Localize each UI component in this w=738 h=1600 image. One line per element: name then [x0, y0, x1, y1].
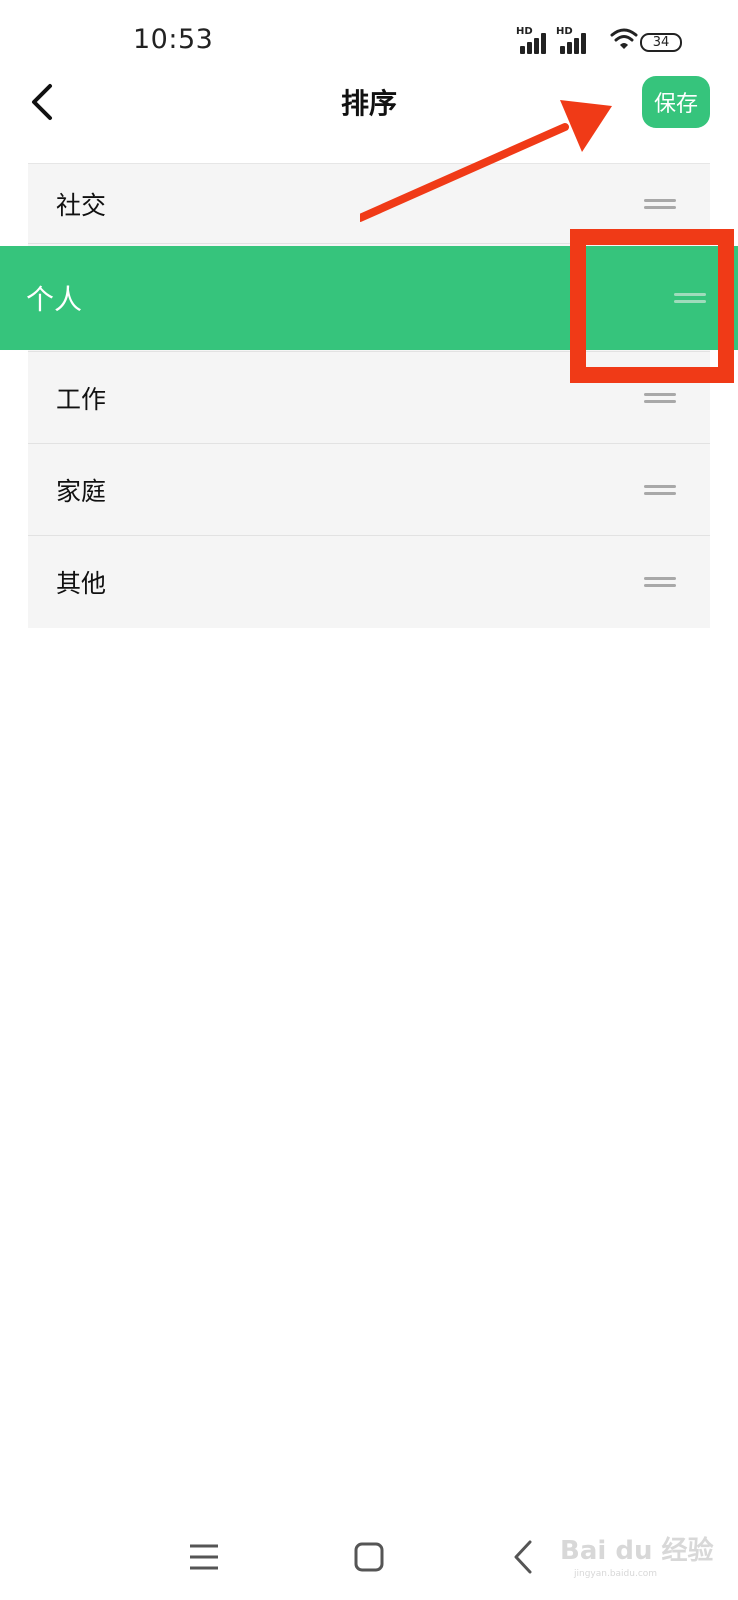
list-item-label: 工作	[56, 384, 107, 414]
watermark-logo: Bai du 经验 jingyan.baidu.com	[560, 1536, 714, 1579]
battery-icon: 34	[640, 33, 682, 52]
nav-back-button[interactable]	[500, 1534, 548, 1582]
back-button[interactable]	[24, 82, 64, 122]
system-nav-bar: Bai du 经验 jingyan.baidu.com	[0, 1520, 738, 1600]
drag-handle-icon[interactable]	[674, 291, 706, 305]
home-square-icon	[354, 1542, 384, 1572]
drag-handle-icon[interactable]	[644, 391, 676, 405]
nav-menu-button[interactable]	[180, 1534, 228, 1582]
list-item-label: 个人	[26, 283, 83, 316]
sort-list: 社交 工作 家庭 其他	[28, 163, 710, 628]
list-item-social[interactable]: 社交	[28, 164, 710, 244]
nav-home-button[interactable]	[345, 1534, 393, 1582]
wifi-icon	[610, 28, 638, 49]
signal-icon-sim1: HD	[516, 26, 550, 54]
status-bar: 10:53 HD HD 34	[0, 0, 738, 80]
drag-handle-icon[interactable]	[644, 483, 676, 497]
save-button[interactable]: 保存	[642, 76, 710, 128]
page-title: 排序	[340, 87, 397, 120]
chevron-left-icon	[32, 84, 52, 120]
back-triangle-icon	[514, 1540, 532, 1574]
list-item-label: 其他	[56, 569, 107, 598]
list-item-work[interactable]: 工作	[28, 352, 710, 444]
header: 排序 保存	[0, 70, 738, 140]
list-item-label: 家庭	[56, 476, 107, 506]
status-time: 10:53	[133, 24, 214, 55]
list-item-personal-dragging[interactable]: 个人	[0, 246, 738, 350]
signal-icon-sim2: HD	[556, 26, 590, 54]
list-item-other[interactable]: 其他	[28, 536, 710, 628]
drag-handle-icon[interactable]	[644, 197, 676, 211]
list-item-label: 社交	[56, 190, 107, 220]
menu-icon	[190, 1544, 218, 1570]
list-item-family[interactable]: 家庭	[28, 444, 710, 536]
drag-handle-icon[interactable]	[644, 575, 676, 589]
